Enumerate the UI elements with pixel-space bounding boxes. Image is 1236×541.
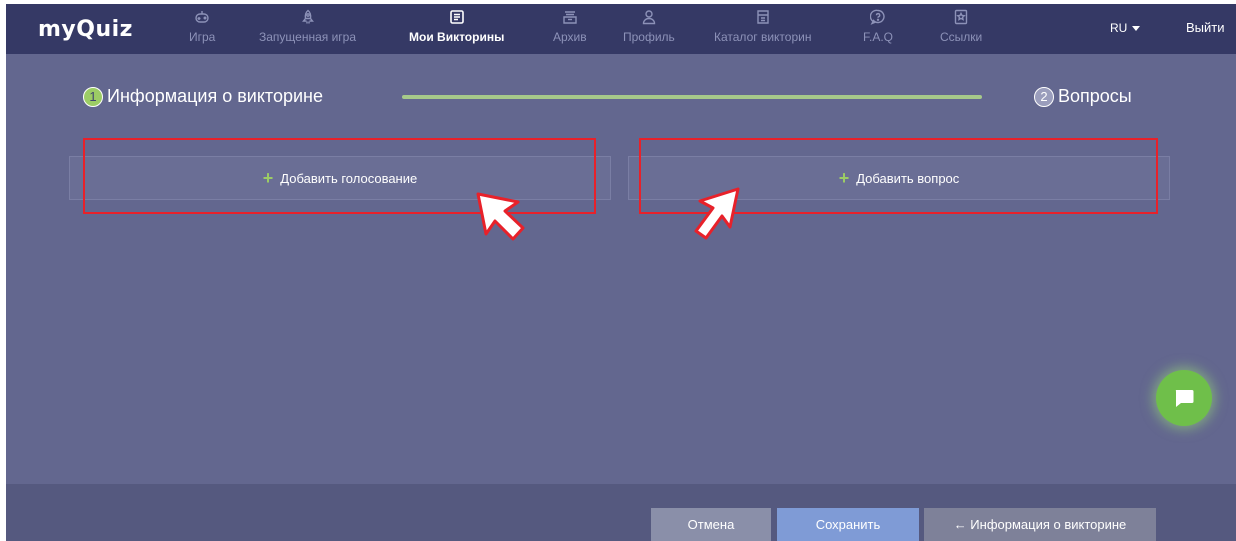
nav-my-quizzes[interactable]: Мои Викторины bbox=[409, 7, 504, 51]
nav-label: F.A.Q bbox=[863, 30, 894, 44]
cancel-button[interactable]: Отмена bbox=[651, 508, 771, 541]
arrow-pointer-icon bbox=[694, 187, 740, 240]
nav-label: Каталог викторин bbox=[714, 30, 812, 44]
nav-game[interactable]: Игра bbox=[189, 7, 215, 51]
step-progress-line bbox=[402, 95, 982, 99]
nav-label: Архив bbox=[553, 30, 587, 44]
user-icon bbox=[642, 10, 656, 25]
logo[interactable]: myQuiz bbox=[38, 14, 133, 44]
nav-label: Ссылки bbox=[940, 30, 983, 44]
save-button[interactable]: Сохранить bbox=[777, 508, 919, 541]
nav-faq[interactable]: F.A.Q bbox=[863, 7, 893, 51]
chat-button[interactable] bbox=[1156, 370, 1212, 426]
nav-label: Игра bbox=[189, 30, 216, 44]
step-questions[interactable]: 2 Вопросы bbox=[1034, 86, 1132, 107]
help-icon bbox=[870, 9, 885, 25]
step-number: 2 bbox=[1034, 86, 1054, 107]
nav-running-game[interactable]: Запущенная игра bbox=[259, 7, 356, 51]
chat-bubble-icon bbox=[1175, 390, 1194, 407]
step-label: Информация о викторине bbox=[107, 86, 323, 106]
nav-label: Мои Викторины bbox=[409, 30, 505, 44]
step-quiz-info[interactable]: 1 Информация о викторине bbox=[83, 86, 323, 107]
chevron-down-icon bbox=[1132, 25, 1141, 31]
arrow-pointer-icon bbox=[476, 192, 525, 241]
language-label: RU bbox=[1110, 21, 1128, 35]
step-number: 1 bbox=[83, 86, 103, 107]
language-selector[interactable]: RU bbox=[1110, 21, 1141, 35]
footer-bar: Отмена Сохранить ← Информация о викторин… bbox=[6, 484, 1236, 541]
quiz-list-icon bbox=[449, 10, 464, 24]
step-label: Вопросы bbox=[1058, 86, 1132, 106]
nav-links[interactable]: Ссылки bbox=[940, 7, 982, 51]
nav-label: Запущенная игра bbox=[259, 30, 357, 44]
rocket-icon bbox=[301, 9, 314, 24]
back-to-info-button[interactable]: ← Информация о викторине bbox=[924, 508, 1156, 541]
nav-catalog[interactable]: Каталог викторин bbox=[714, 7, 811, 51]
nav-profile[interactable]: Профиль bbox=[623, 7, 675, 51]
bookmark-icon bbox=[954, 9, 968, 25]
gamepad-icon bbox=[195, 11, 209, 23]
top-navbar: myQuiz Игра Запущенная игра Мои Викторин… bbox=[6, 4, 1236, 54]
nav-archive[interactable]: Архив bbox=[553, 7, 587, 51]
catalog-icon bbox=[757, 10, 769, 24]
nav-label: Профиль bbox=[623, 30, 675, 44]
logout-button[interactable]: Выйти bbox=[1186, 20, 1225, 35]
app-window: myQuiz Игра Запущенная игра Мои Викторин… bbox=[6, 4, 1236, 541]
archive-icon bbox=[563, 11, 577, 24]
